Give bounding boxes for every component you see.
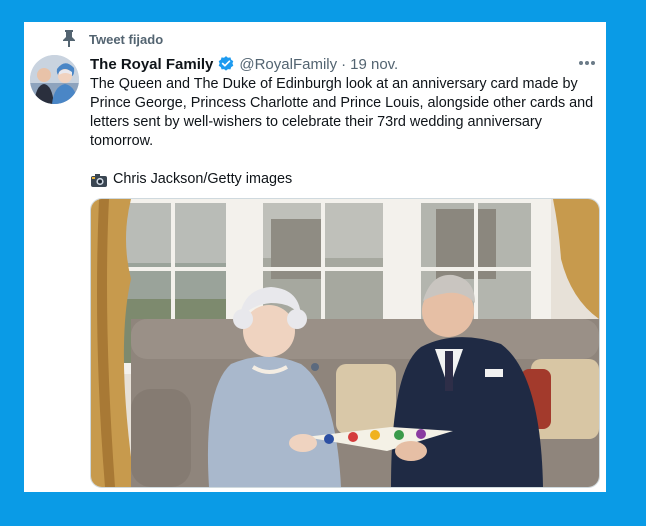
photo-credit: Chris Jackson/Getty images (90, 170, 600, 189)
tweet-date[interactable]: 19 nov. (350, 56, 398, 73)
separator-dot: · (341, 55, 347, 73)
avatar-image (30, 55, 79, 104)
tweet-body: The Queen and The Duke of Edinburgh look… (90, 75, 600, 189)
display-name[interactable]: The Royal Family (90, 56, 213, 73)
pin-icon (63, 30, 75, 47)
user-handle[interactable]: @RoyalFamily (239, 56, 337, 73)
camera-icon (91, 173, 107, 187)
verified-badge-icon (219, 56, 234, 71)
photo-of-couple-reading-card (91, 199, 599, 487)
avatar[interactable] (30, 55, 79, 104)
tweet-text: The Queen and The Duke of Edinburgh look… (90, 76, 594, 149)
tweet-card[interactable]: Tweet fijado The Royal Family @RoyalFami… (24, 22, 606, 492)
tweet-photo[interactable] (90, 198, 600, 488)
tweet-header: The Royal Family @RoyalFamily · 19 nov. (90, 53, 598, 75)
more-options-icon[interactable] (578, 57, 596, 69)
photo-credit-text: Chris Jackson/Getty images (113, 171, 293, 187)
pinned-tweet-label: Tweet fijado (89, 32, 164, 47)
